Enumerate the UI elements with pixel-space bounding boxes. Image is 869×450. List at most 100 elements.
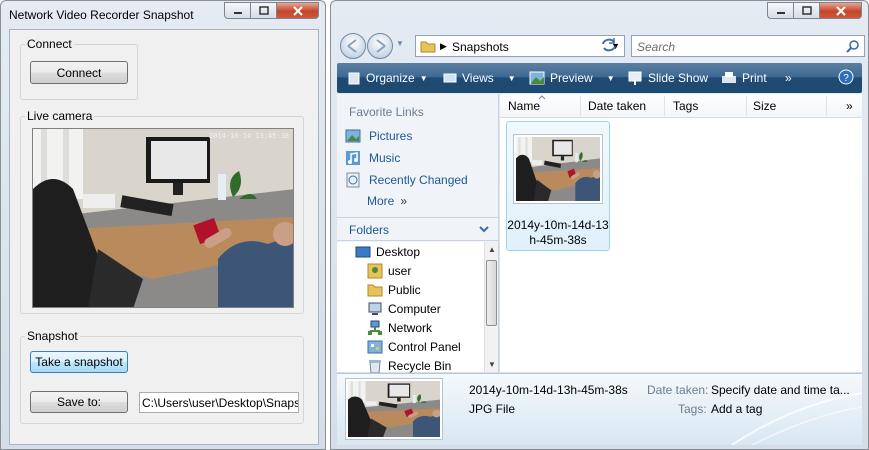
navigation-bar: ▼ ▶ Snapshots ▼ Search [337, 31, 865, 59]
preview-icon [529, 71, 545, 85]
recent-pages-chevron-icon[interactable]: ▼ [396, 39, 404, 48]
search-placeholder: Search [637, 40, 676, 54]
nvr-client-area: Connect Connect Live camera 2014-10-14 1… [9, 29, 319, 445]
organize-label: Organize [366, 71, 415, 85]
network-icon [368, 320, 382, 335]
details-thumbnail [345, 378, 443, 440]
nvr-minimize-button[interactable] [224, 2, 250, 19]
tree-item-user[interactable]: user [367, 263, 411, 279]
details-date-label: Date taken: [647, 383, 709, 397]
recently-changed-icon [346, 172, 360, 188]
tree-item-label: Control Panel [388, 340, 461, 354]
nvr-title-bar[interactable]: Network Video Recorder Snapshot [1, 1, 325, 29]
tree-item-network[interactable]: Network [367, 320, 432, 336]
minimize-icon [233, 11, 242, 14]
favorite-link-pictures[interactable]: Pictures [345, 128, 412, 144]
more-commands-chevron-icon: » [785, 71, 792, 85]
folder-tree-scrollbar[interactable]: ▲ ▼ [484, 242, 498, 372]
minimize-icon [776, 11, 785, 14]
column-separator[interactable] [664, 96, 665, 116]
preview-button[interactable]: Preview ▼ [529, 71, 615, 85]
search-box[interactable]: Search [631, 35, 865, 57]
refresh-button[interactable] [597, 35, 623, 57]
desktop-icon [355, 246, 371, 258]
explorer-title-bar[interactable] [331, 1, 868, 29]
favorite-link-label: Recently Changed [369, 173, 468, 187]
computer-icon [368, 302, 382, 315]
back-arrow-icon [347, 39, 357, 53]
save-path-input[interactable]: C:\Users\user\Desktop\Snapshots [139, 392, 299, 413]
tree-item-recycle-bin[interactable]: Recycle Bin [367, 358, 451, 374]
slideshow-button[interactable]: Slide Show [627, 71, 708, 85]
close-icon [835, 5, 846, 16]
nvr-caption-buttons [224, 2, 319, 19]
more-commands-button[interactable]: » [785, 71, 792, 85]
more-columns-chevron-icon[interactable]: » [846, 99, 853, 113]
tree-item-computer[interactable]: Computer [367, 301, 441, 317]
preview-label: Preview [550, 71, 593, 85]
tree-item-label: user [388, 264, 412, 278]
explorer-maximize-button[interactable] [793, 2, 819, 19]
folders-header[interactable]: Folders [337, 217, 498, 241]
connect-button[interactable]: Connect [30, 61, 128, 84]
forward-button[interactable] [367, 33, 393, 59]
favorite-link-recently-changed[interactable]: Recently Changed [345, 172, 468, 188]
scrollbar-thumb[interactable] [486, 260, 497, 326]
print-button[interactable]: Print [721, 71, 767, 85]
slideshow-icon [628, 71, 642, 85]
nvr-close-button[interactable] [276, 2, 319, 19]
column-header-tags[interactable]: Tags [673, 99, 698, 113]
scroll-down-icon[interactable]: ▼ [488, 360, 496, 369]
maximize-icon [258, 6, 269, 15]
scroll-up-icon[interactable]: ▲ [488, 245, 496, 254]
help-icon: ? [838, 69, 854, 85]
tree-item-label: Recycle Bin [388, 359, 452, 373]
organize-button[interactable]: Organize ▼ [347, 71, 428, 85]
details-preview-image [348, 381, 440, 437]
recycle-bin-icon [369, 360, 381, 374]
favorite-link-music[interactable]: Music [345, 150, 400, 166]
connect-group-label: Connect [25, 37, 74, 51]
favorites-more-label: More [367, 194, 395, 208]
explorer-minimize-button[interactable] [767, 2, 793, 19]
favorites-more-link[interactable]: More » [367, 194, 407, 208]
nvr-maximize-button[interactable] [250, 2, 276, 19]
help-button[interactable]: ? [838, 69, 854, 85]
tree-item-desktop[interactable]: Desktop [355, 244, 420, 260]
tree-item-control-panel[interactable]: Control Panel [367, 339, 461, 355]
file-thumbnail [513, 134, 603, 204]
print-label: Print [742, 71, 767, 85]
maximize-icon [801, 6, 812, 15]
column-header-date-taken[interactable]: Date taken [588, 99, 646, 113]
user-folder-icon [367, 263, 383, 279]
decorative-swoosh [731, 392, 862, 445]
explorer-close-button[interactable] [819, 2, 862, 19]
column-header-name[interactable]: Name [508, 99, 540, 113]
save-to-button[interactable]: Save to: [30, 391, 128, 413]
tree-item-label: Desktop [376, 245, 421, 259]
favorites-more-chevron-icon: » [400, 194, 408, 208]
details-file-type: JPG File [469, 402, 516, 416]
back-button[interactable] [340, 33, 366, 59]
explorer-caption-buttons [767, 2, 862, 19]
address-location[interactable]: Snapshots [452, 40, 509, 54]
breadcrumb-arrow-icon[interactable]: ▶ [440, 41, 447, 52]
tree-item-label: Public [388, 283, 421, 297]
slideshow-label: Slide Show [648, 71, 709, 85]
folder-tree: Desktop user Public Computer Network Con… [337, 242, 484, 374]
refresh-icon [602, 38, 616, 52]
file-list-pane: Name Date taken Tags Size » 2014y-10m-14… [500, 94, 862, 372]
column-separator[interactable] [746, 96, 747, 116]
tree-item-public[interactable]: Public [367, 282, 421, 298]
column-separator[interactable] [580, 96, 581, 116]
column-header-size[interactable]: Size [753, 99, 776, 113]
column-separator[interactable] [826, 96, 827, 116]
search-icon[interactable] [846, 39, 860, 53]
chevron-down-icon [479, 226, 489, 233]
tree-item-label: Network [388, 321, 433, 335]
live-camera-group-label: Live camera [25, 109, 95, 123]
take-snapshot-button[interactable]: Take a snapshot [30, 351, 128, 373]
views-button[interactable]: Views ▼ [443, 71, 516, 85]
file-item[interactable]: 2014y-10m-14d-13 h-45m-38s [506, 121, 610, 251]
address-bar[interactable]: ▶ Snapshots ▼ [415, 35, 625, 57]
